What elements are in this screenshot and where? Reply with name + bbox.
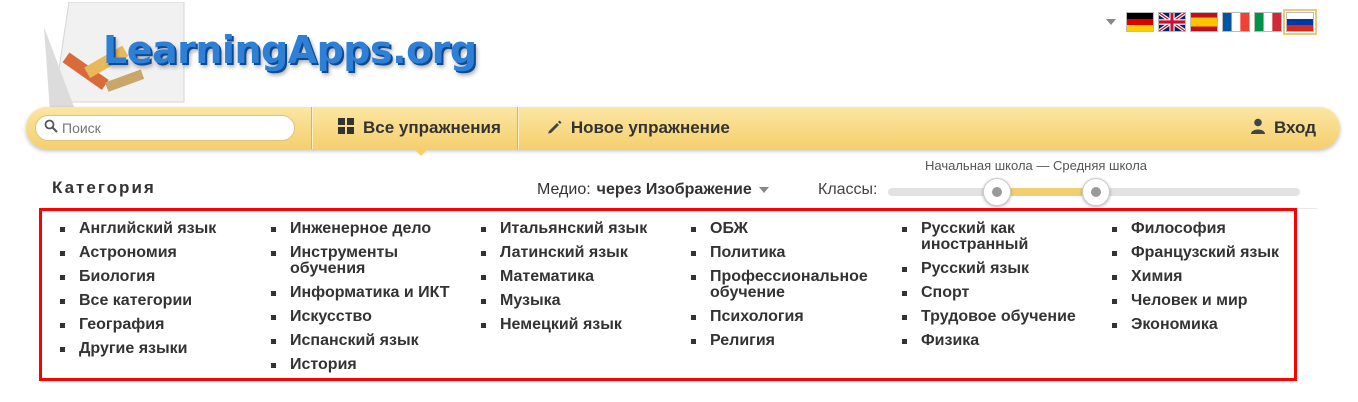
- language-bar: [1100, 9, 1317, 35]
- flag-ru-icon[interactable]: [1283, 9, 1317, 35]
- flag-de-icon[interactable]: [1126, 12, 1154, 32]
- category-item[interactable]: Инструменты обучения: [270, 245, 460, 277]
- category-item[interactable]: Русский язык: [901, 261, 1091, 277]
- category-item[interactable]: Астрономия: [59, 245, 249, 261]
- all-exercises-label: Все упражнения: [363, 118, 501, 137]
- category-column: ОБЖ Политика Профессиональное обучение П…: [690, 221, 880, 357]
- new-exercise-label: Новое упражнение: [570, 118, 730, 137]
- category-item[interactable]: Инженерное дело: [270, 221, 460, 237]
- login-label: Вход: [1273, 118, 1316, 137]
- category-item[interactable]: Французский язык: [1111, 245, 1291, 261]
- category-item[interactable]: Итальянский язык: [480, 221, 670, 237]
- grade-slider-range: [996, 188, 1096, 196]
- category-item[interactable]: Искусство: [270, 309, 460, 325]
- category-item[interactable]: География: [59, 317, 249, 333]
- category-item[interactable]: История: [270, 357, 460, 373]
- category-item[interactable]: Английский язык: [59, 221, 249, 237]
- login-button[interactable]: Вход: [1250, 118, 1316, 139]
- flag-gb-icon[interactable]: [1158, 12, 1186, 32]
- grade-slider-handle-max[interactable]: [1082, 178, 1110, 206]
- logo-text[interactable]: LearningApps.org: [103, 28, 477, 72]
- main-navbar: Все упражнения Новое упражнение Вход: [26, 107, 1340, 156]
- category-item[interactable]: Химия: [1111, 269, 1291, 285]
- grade-slider-handle-min[interactable]: [983, 178, 1011, 206]
- nav-divider: [516, 107, 518, 149]
- classes-label: Классы:: [818, 181, 878, 198]
- category-item[interactable]: Религия: [690, 333, 880, 349]
- category-item[interactable]: Трудовое обучение: [901, 309, 1091, 325]
- category-column: Итальянский язык Латинский язык Математи…: [480, 221, 670, 341]
- category-item[interactable]: Математика: [480, 269, 670, 285]
- flag-it-icon[interactable]: [1254, 12, 1282, 32]
- category-item[interactable]: ОБЖ: [690, 221, 880, 237]
- medium-value: через Изображение: [596, 181, 752, 198]
- search-box: [35, 115, 295, 141]
- nav-divider: [311, 107, 312, 149]
- category-item[interactable]: Человек и мир: [1111, 293, 1291, 309]
- grade-range-caption: Начальная школа — Средняя школа: [925, 158, 1148, 173]
- category-item[interactable]: Другие языки: [59, 341, 249, 357]
- category-title: Категория: [52, 178, 156, 197]
- chevron-down-icon: [758, 181, 770, 199]
- category-item[interactable]: Психология: [690, 309, 880, 325]
- category-item[interactable]: Испанский язык: [270, 333, 460, 349]
- new-exercise-button[interactable]: Новое упражнение: [546, 118, 730, 139]
- category-item[interactable]: Экономика: [1111, 317, 1291, 333]
- category-item[interactable]: Философия: [1111, 221, 1291, 237]
- search-input[interactable]: [62, 120, 282, 136]
- pencil-icon: [546, 118, 562, 139]
- category-item[interactable]: Спорт: [901, 285, 1091, 301]
- search-icon: [44, 119, 58, 138]
- category-item[interactable]: Физика: [901, 333, 1091, 349]
- category-item[interactable]: Информатика и ИКТ: [270, 285, 460, 301]
- category-column: Английский язык Астрономия Биология Все …: [59, 221, 249, 365]
- user-icon: [1250, 118, 1265, 139]
- language-dropdown-icon[interactable]: [1100, 11, 1122, 33]
- grid-icon: [338, 117, 354, 139]
- category-list: Английский язык Астрономия Биология Все …: [39, 208, 1297, 381]
- category-item[interactable]: Латинский язык: [480, 245, 670, 261]
- category-item[interactable]: Музыка: [480, 293, 670, 309]
- category-item[interactable]: Профессиональное обучение: [690, 269, 880, 301]
- category-item[interactable]: Все категории: [59, 293, 249, 309]
- category-column: Русский как иностранный Русский язык Спо…: [901, 221, 1091, 357]
- medium-selector[interactable]: Медио: через Изображение: [537, 181, 770, 199]
- category-item[interactable]: Политика: [690, 245, 880, 261]
- flag-fr-icon[interactable]: [1222, 12, 1250, 32]
- category-column: Философия Французский язык Химия Человек…: [1111, 221, 1291, 341]
- medium-label: Медио:: [537, 181, 591, 198]
- category-item[interactable]: Немецкий язык: [480, 317, 670, 333]
- all-exercises-button[interactable]: Все упражнения: [338, 117, 501, 156]
- flag-es-icon[interactable]: [1190, 12, 1218, 32]
- category-item[interactable]: Русский как иностранный: [901, 221, 1091, 253]
- category-column: Инженерное дело Инструменты обучения Инф…: [270, 221, 460, 381]
- category-item[interactable]: Биология: [59, 269, 249, 285]
